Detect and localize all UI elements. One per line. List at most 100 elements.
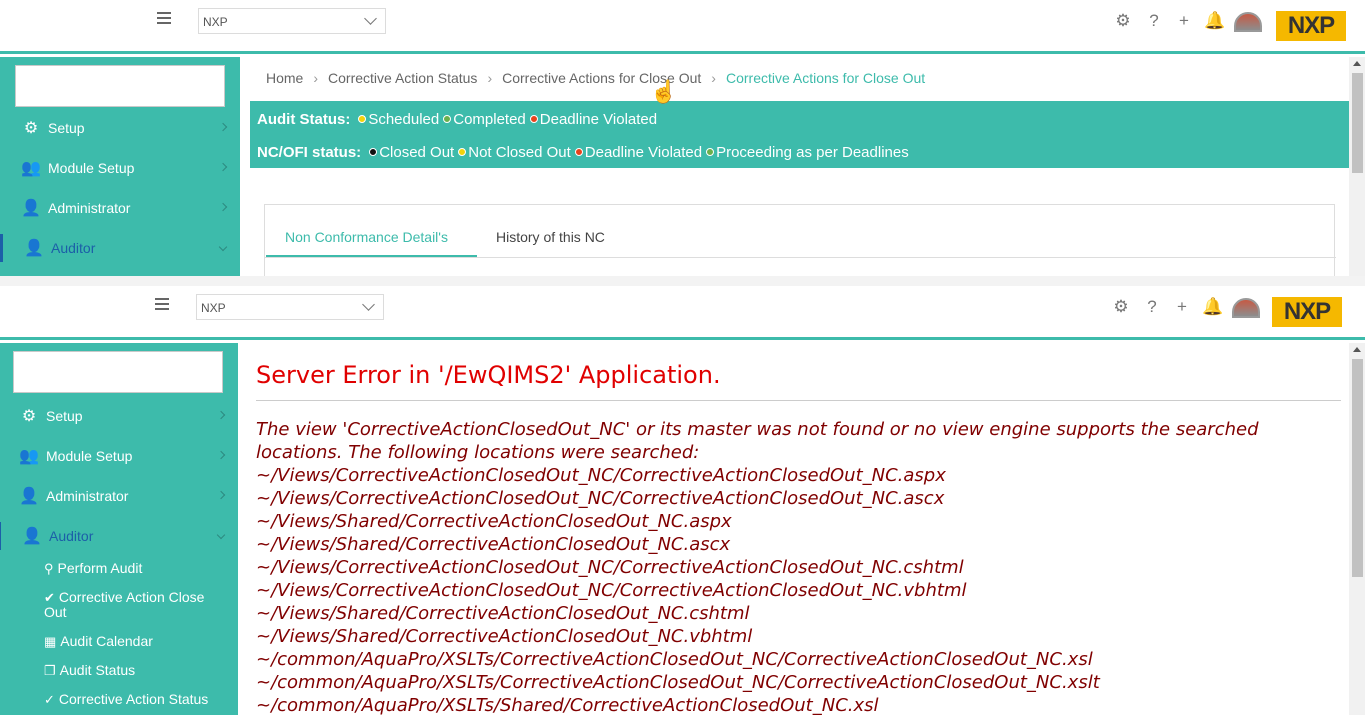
sidebar-item-module-setup[interactable]: 👥 Module Setup (0, 442, 238, 470)
nxp-logo: NXP (1276, 11, 1346, 41)
nxp-logo: NXP (1272, 297, 1342, 327)
error-line: ~/Views/CorrectiveActionClosedOut_NC/Cor… (256, 557, 964, 578)
help-icon[interactable]: ? (1145, 12, 1163, 30)
avatar[interactable] (1234, 12, 1262, 32)
error-line: The view 'CorrectiveActionClosedOut_NC' … (256, 419, 1259, 440)
sidebar-subitem-corrective-action-status[interactable]: ✓ Corrective Action Status (44, 691, 224, 708)
scroll-thumb[interactable] (1352, 359, 1363, 577)
sidebar-search-box[interactable] (13, 351, 223, 393)
breadcrumb-current: Corrective Actions for Close Out (725, 70, 926, 86)
sidebar-search-box[interactable] (15, 65, 225, 107)
chevron-down-icon (364, 12, 377, 25)
chevron-right-icon (218, 122, 228, 132)
sidebar-item-label: Administrator (48, 200, 131, 216)
sidebar-item-module-setup[interactable]: 👥 Module Setup (0, 154, 240, 182)
sidebar-item-label: Module Setup (48, 160, 135, 176)
sidebar-item-setup[interactable]: ⚙ Setup (0, 402, 238, 430)
user-check-icon: 👤 (22, 528, 42, 545)
scrollbar[interactable] (1349, 343, 1365, 715)
status-dot (369, 148, 378, 156)
sidebar-item-administrator[interactable]: 👤 Administrator (0, 482, 238, 510)
audit-status-label: Audit Status: (257, 111, 351, 128)
sidebar-item-label: Auditor (49, 528, 94, 544)
scroll-up-arrow-icon[interactable] (1353, 347, 1361, 352)
error-line: ~/Views/CorrectiveActionClosedOut_NC/Cor… (256, 465, 946, 486)
chevron-right-icon (218, 202, 228, 212)
avatar[interactable] (1232, 298, 1260, 318)
bell-icon[interactable]: 🔔 (1202, 298, 1223, 316)
error-line: ~/common/AquaPro/XSLTs/CorrectiveActionC… (256, 672, 1100, 693)
sidebar-item-auditor[interactable]: 👤 Auditor (0, 522, 238, 550)
user-check-icon: 👤 (24, 240, 44, 257)
error-title: Server Error in '/EwQIMS2' Application. (256, 361, 721, 389)
users-gear-icon: 👥 (19, 448, 39, 465)
sidebar-item-setup[interactable]: ⚙ Setup (0, 114, 240, 142)
check-circle-icon: ✔ (44, 590, 55, 605)
sidebar-subitem-audit-status[interactable]: ❐ Audit Status (44, 662, 224, 679)
sidebar-subitem-corrective-action-close-out[interactable]: ✔ Corrective Action Close Out (44, 590, 224, 620)
error-divider (256, 400, 1341, 401)
chevron-right-icon (216, 490, 226, 500)
audit-status-row: Audit Status: Scheduled Completed Deadline … (257, 111, 657, 128)
window-separator (0, 276, 1365, 286)
status-text: Closed Out (379, 144, 455, 161)
sidebar-subitem-label: Corrective Action Status (58, 691, 209, 707)
status-text: Completed (453, 111, 526, 128)
gear-icon[interactable]: ⚙ (1114, 12, 1132, 30)
org-select[interactable]: NXP (198, 8, 386, 34)
plus-icon[interactable]: + (1173, 298, 1191, 316)
bell-icon[interactable]: 🔔 (1204, 12, 1225, 30)
scrollbar[interactable] (1349, 57, 1365, 276)
chevron-down-icon (216, 530, 226, 540)
help-icon[interactable]: ? (1143, 298, 1161, 316)
status-dot (574, 148, 583, 156)
status-dot (443, 115, 452, 123)
tab-divider (265, 257, 1336, 258)
status-legend: Audit Status: Scheduled Completed Deadline … (250, 101, 1349, 168)
scroll-thumb[interactable] (1352, 73, 1363, 173)
error-line: ~/Views/Shared/CorrectiveActionClosedOut… (256, 534, 731, 555)
chevron-right-icon (216, 410, 226, 420)
sidebar-subitem-audit-calendar[interactable]: ▦ Audit Calendar (44, 633, 224, 650)
chevron-right-icon: › (487, 70, 493, 86)
menu-icon[interactable] (157, 12, 171, 24)
breadcrumb: Home › Corrective Action Status › Corrective… (266, 70, 925, 86)
gear-icon[interactable]: ⚙ (1112, 298, 1130, 316)
breadcrumb-home[interactable]: Home (266, 70, 303, 86)
sidebar-item-administrator[interactable]: 👤 Administrator (0, 194, 240, 222)
breadcrumb-corrective-action-status[interactable]: Corrective Action Status (328, 70, 477, 86)
nc-status-label: NC/OFI status: (257, 144, 362, 161)
gear-icon: ⚙ (23, 120, 39, 137)
error-message: The view 'CorrectiveActionClosedOut_NC' … (256, 418, 1341, 715)
error-line: ~/Views/CorrectiveActionClosedOut_NC/Cor… (256, 580, 967, 601)
sidebar-item-label: Administrator (46, 488, 129, 504)
clone-icon: ❐ (44, 663, 56, 678)
network-icon: ⚲ (44, 561, 54, 576)
plus-icon[interactable]: + (1175, 12, 1193, 30)
tab-history[interactable]: History of this NC (496, 229, 605, 245)
tab-non-conformance-details[interactable]: Non Conformance Detail's (285, 229, 448, 245)
sidebar-item-label: Module Setup (46, 448, 133, 464)
sidebar-subitem-perform-audit[interactable]: ⚲ Perform Audit (44, 560, 224, 577)
error-line: ~/Views/CorrectiveActionClosedOut_NC/Cor… (256, 488, 945, 509)
status-text: Deadline Violated (539, 111, 658, 128)
org-select[interactable]: NXP (196, 294, 384, 320)
nc-status-row: NC/OFI status: Closed Out Not Closed Out De… (257, 144, 909, 161)
error-line: ~/Views/Shared/CorrectiveActionClosedOut… (256, 626, 753, 647)
sidebar-subitem-label: Perform Audit (57, 560, 143, 576)
sidebar-item-auditor[interactable]: 👤 Auditor (0, 234, 240, 262)
sidebar-subitem-label: Audit Status (59, 662, 136, 678)
top-header: NXP ⚙ ? + 🔔 NXP (0, 0, 1365, 54)
calendar-check-icon: ▦ (44, 634, 57, 649)
org-select-value: NXP (201, 301, 226, 315)
gear-icon: ⚙ (21, 408, 37, 425)
sidebar-subitem-label: Audit Calendar (60, 633, 153, 649)
sidebar-item-label: Setup (48, 120, 85, 136)
menu-icon[interactable] (155, 298, 169, 310)
bottom-window: NXP ⚙ ? + 🔔 NXP ⚙ Setup 👥 Module Setup 👤… (0, 286, 1365, 715)
error-line: ~/common/AquaPro/XSLTs/Shared/Corrective… (256, 695, 879, 715)
user-gear-icon: 👤 (19, 488, 39, 505)
scroll-up-arrow-icon[interactable] (1353, 61, 1361, 66)
error-line: ~/common/AquaPro/XSLTs/CorrectiveActionC… (256, 649, 1093, 670)
status-dot (706, 148, 715, 156)
